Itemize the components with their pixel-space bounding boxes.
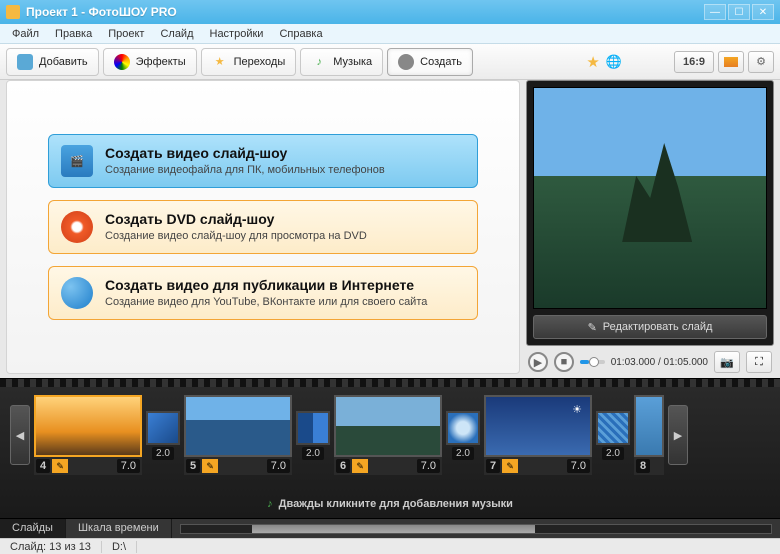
edit-icon[interactable]: ✎ [202, 459, 218, 473]
toolbar: Добавить Эффекты ★Переходы ♪Музыка Созда… [0, 44, 780, 80]
snapshot-button[interactable]: 📷 [714, 351, 740, 373]
minimize-button[interactable]: — [704, 4, 726, 20]
preview-image[interactable] [533, 87, 767, 309]
create-internet-video-button[interactable]: Создать видео для публикации в Интернете… [48, 266, 478, 320]
slide-thumb[interactable]: ☀ 7✎7.0 [484, 395, 592, 475]
effects-button[interactable]: Эффекты [103, 48, 197, 76]
edit-icon[interactable]: ✎ [52, 459, 68, 473]
transition-thumb[interactable]: 2.0 [596, 411, 630, 460]
menu-edit[interactable]: Правка [47, 26, 100, 42]
slides-row: ◀ 4✎7.0 2.0 5✎7.0 2.0 6✎7.0 2.0 ☀ 7✎7.0 … [0, 387, 780, 483]
edit-icon[interactable]: ✎ [502, 459, 518, 473]
scrollbar-thumb[interactable] [252, 525, 535, 533]
create-dvd-slideshow-button[interactable]: Создать DVD слайд-шоуСоздание видео слай… [48, 200, 478, 254]
menu-settings[interactable]: Настройки [202, 26, 272, 42]
statusbar: Слайд: 13 из 13 D:\ [0, 538, 780, 554]
menu-project[interactable]: Проект [100, 26, 152, 42]
pencil-icon: ✎ [588, 321, 597, 334]
slide-thumb[interactable]: 8 [634, 395, 664, 475]
menu-help[interactable]: Справка [271, 26, 330, 42]
camera-icon: 📷 [720, 356, 734, 369]
transition-thumb[interactable]: 2.0 [146, 411, 180, 460]
preview-box: ✎Редактировать слайд [526, 80, 774, 346]
create-panel: 🎬 Создать видео слайд-шоуСоздание видеоф… [6, 80, 520, 374]
fullscreen-button[interactable]: ⛶ [746, 351, 772, 373]
note-icon: ♪ [311, 54, 327, 70]
camera-icon [17, 54, 33, 70]
preview-panel: ✎Редактировать слайд ▶ ■ 01:03.000 / 01:… [526, 80, 774, 374]
timeline-next-button[interactable]: ▶ [668, 405, 688, 465]
slide-thumb[interactable]: 6✎7.0 [334, 395, 442, 475]
fullscreen-icon: ⛶ [755, 356, 763, 369]
globe-icon[interactable]: 🌐 [606, 54, 622, 70]
timeline-prev-button[interactable]: ◀ [10, 405, 30, 465]
stop-button[interactable]: ■ [554, 352, 574, 372]
video-icon: 🎬 [61, 145, 93, 177]
maximize-button[interactable]: ☐ [728, 4, 750, 20]
edit-icon[interactable]: ✎ [352, 459, 368, 473]
aspect-ratio-button[interactable]: 16:9 [674, 51, 714, 73]
edit-slide-button[interactable]: ✎Редактировать слайд [533, 315, 767, 339]
timeline-scrollbar[interactable] [172, 519, 780, 538]
menubar: Файл Правка Проект Слайд Настройки Справ… [0, 24, 780, 44]
settings-button[interactable]: ⚙ [748, 51, 774, 73]
app-icon [6, 5, 20, 19]
seek-bar[interactable] [580, 360, 605, 364]
star-icon: ★ [212, 54, 228, 70]
menu-slide[interactable]: Слайд [152, 26, 201, 42]
timeline-tabs: Слайды Шкала времени [0, 518, 780, 538]
music-hint[interactable]: ♪Дважды кликните для добавления музыки [0, 498, 780, 510]
tab-timeline[interactable]: Шкала времени [66, 519, 172, 538]
internet-icon [61, 277, 93, 309]
transition-thumb[interactable]: 2.0 [296, 411, 330, 460]
add-button[interactable]: Добавить [6, 48, 99, 76]
window-title: Проект 1 - ФотоШОУ PRO [26, 5, 702, 19]
close-button[interactable]: ✕ [752, 4, 774, 20]
status-slide-count: Слайд: 13 из 13 [0, 541, 102, 553]
tab-slides[interactable]: Слайды [0, 519, 66, 538]
playback-controls: ▶ ■ 01:03.000 / 01:05.000 📷 ⛶ [526, 350, 774, 374]
slide-thumb[interactable]: 4✎7.0 [34, 395, 142, 475]
seek-thumb[interactable] [589, 357, 599, 367]
play-button[interactable]: ▶ [528, 352, 548, 372]
status-path: D:\ [102, 541, 137, 553]
timeline: ◀ 4✎7.0 2.0 5✎7.0 2.0 6✎7.0 2.0 ☀ 7✎7.0 … [0, 378, 780, 518]
display-icon [724, 57, 738, 67]
create-video-slideshow-button[interactable]: 🎬 Создать видео слайд-шоуСоздание видеоф… [48, 134, 478, 188]
display-mode-button[interactable] [718, 51, 744, 73]
music-button[interactable]: ♪Музыка [300, 48, 383, 76]
titlebar: Проект 1 - ФотоШОУ PRO — ☐ ✕ [0, 0, 780, 24]
gear-icon: ⚙ [756, 55, 766, 68]
timecode: 01:03.000 / 01:05.000 [611, 357, 708, 368]
favorite-icon[interactable]: ★ [584, 53, 601, 71]
palette-icon [114, 54, 130, 70]
transition-thumb[interactable]: 2.0 [446, 411, 480, 460]
note-icon: ♪ [267, 498, 273, 510]
transitions-button[interactable]: ★Переходы [201, 48, 297, 76]
dvd-icon [61, 211, 93, 243]
slide-thumb[interactable]: 5✎7.0 [184, 395, 292, 475]
menu-file[interactable]: Файл [4, 26, 47, 42]
reel-icon [398, 54, 414, 70]
film-strip-top [0, 379, 780, 387]
create-button[interactable]: Создать [387, 48, 473, 76]
